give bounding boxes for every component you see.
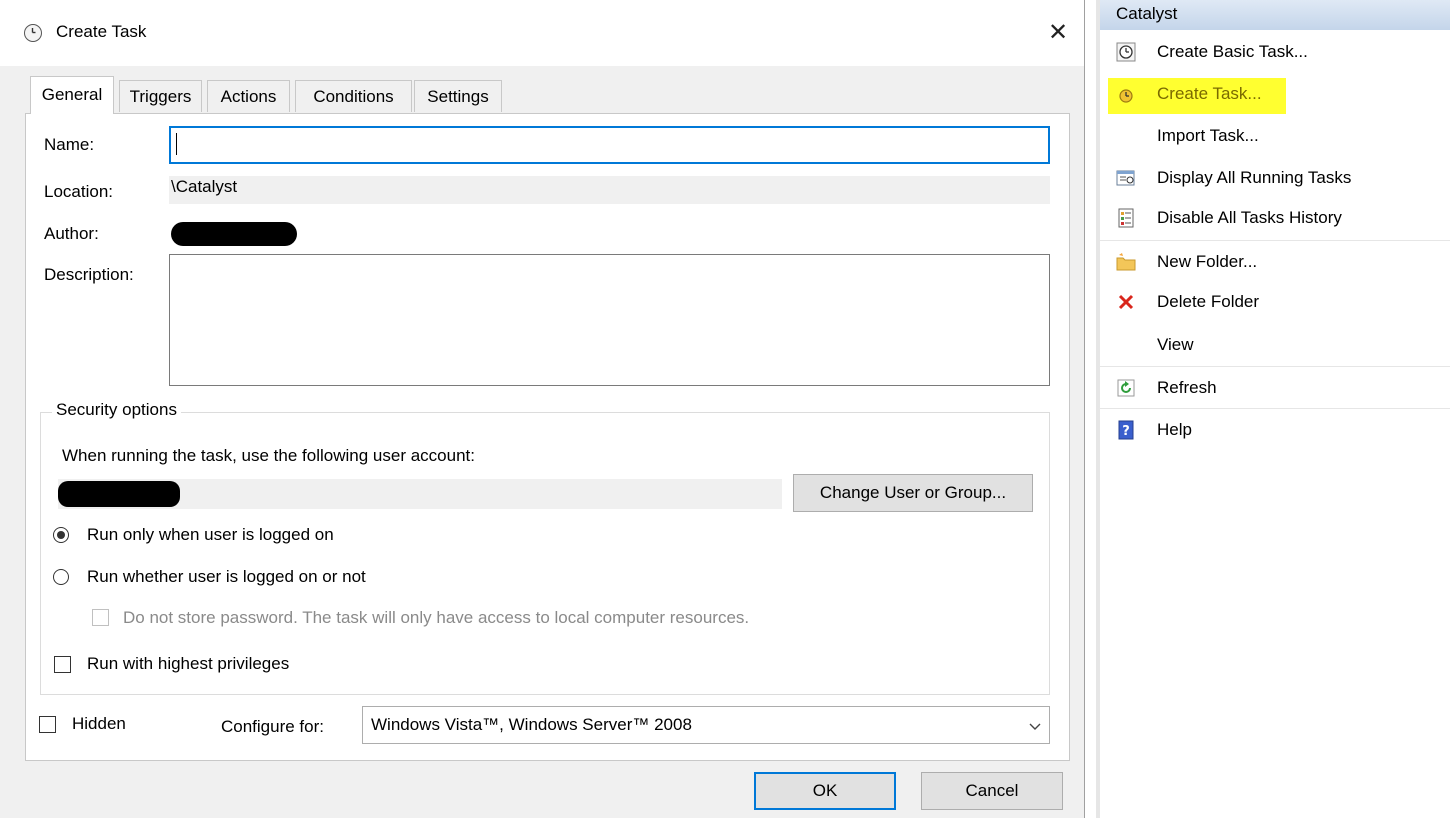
tab-actions[interactable]: Actions (207, 80, 290, 112)
ok-button[interactable]: OK (754, 772, 896, 810)
location-value: \Catalyst (171, 177, 238, 196)
help-icon: ? (1116, 420, 1136, 440)
running-tasks-icon (1116, 168, 1136, 188)
action-display-running-tasks[interactable]: Display All Running Tasks (1100, 158, 1450, 200)
cancel-button[interactable]: Cancel (921, 772, 1063, 810)
action-label: New Folder... (1157, 252, 1258, 271)
radio-whether-logged-on[interactable] (53, 569, 69, 585)
delete-icon (1116, 292, 1136, 312)
radio-logged-on[interactable] (53, 527, 69, 543)
configure-for-value: Windows Vista™, Windows Server™ 2008 (371, 715, 692, 734)
action-label: Refresh (1157, 378, 1217, 397)
dialog-border (1084, 0, 1085, 818)
action-create-basic-task[interactable]: Create Basic Task... (1100, 32, 1450, 74)
radio-whether-label: Run whether user is logged on or not (87, 567, 366, 586)
no-store-password-label: Do not store password. The task will onl… (123, 608, 750, 627)
author-redacted (171, 222, 297, 246)
highest-privileges-label: Run with highest privileges (87, 654, 290, 673)
clock-icon (1116, 42, 1136, 62)
radio-logged-on-label: Run only when user is logged on (87, 525, 334, 544)
close-button[interactable]: ✕ (1038, 14, 1078, 52)
description-label: Description: (44, 265, 134, 284)
change-user-button[interactable]: Change User or Group... (793, 474, 1033, 512)
refresh-icon (1116, 378, 1136, 398)
hidden-checkbox[interactable] (39, 716, 56, 733)
action-delete-folder[interactable]: Delete Folder (1100, 282, 1450, 324)
user-account-redacted (58, 481, 180, 507)
action-label: Disable All Tasks History (1157, 208, 1342, 227)
location-label: Location: (44, 182, 113, 201)
action-help[interactable]: ? Help (1100, 410, 1450, 452)
action-label: Help (1157, 420, 1192, 439)
author-label: Author: (44, 224, 99, 243)
description-textarea[interactable] (169, 254, 1050, 386)
action-disable-tasks-history[interactable]: Disable All Tasks History (1100, 198, 1450, 240)
location-field (169, 176, 1050, 204)
separator (1100, 366, 1450, 367)
action-new-folder[interactable]: New Folder... (1100, 242, 1450, 284)
tab-conditions[interactable]: Conditions (295, 80, 412, 112)
name-label: Name: (44, 135, 95, 154)
folder-icon (1116, 252, 1136, 272)
action-refresh[interactable]: Refresh (1100, 368, 1450, 410)
security-options-legend: Security options (52, 400, 181, 420)
action-create-task[interactable]: Create Task... (1100, 74, 1450, 116)
task-clock-icon (24, 24, 42, 42)
action-label: Display All Running Tasks (1157, 168, 1352, 187)
tab-triggers[interactable]: Triggers (119, 80, 202, 112)
account-prompt: When running the task, use the following… (62, 446, 475, 465)
name-input[interactable] (169, 126, 1050, 164)
action-label: Create Task... (1157, 84, 1262, 103)
title-bar[interactable] (0, 0, 1084, 66)
svg-text:?: ? (1122, 424, 1130, 439)
tab-settings[interactable]: Settings (414, 80, 502, 112)
action-label: View (1157, 335, 1194, 354)
highest-privileges-checkbox[interactable] (54, 656, 71, 673)
task-clock-icon (1116, 84, 1136, 104)
separator (1100, 408, 1450, 409)
chevron-down-icon (1028, 718, 1042, 732)
dialog-title: Create Task (56, 22, 147, 41)
no-store-password-checkbox[interactable] (92, 609, 109, 626)
configure-for-label: Configure for: (221, 717, 324, 736)
actions-pane-title: Catalyst (1116, 4, 1178, 23)
action-view[interactable]: View (1100, 325, 1450, 367)
tab-general[interactable]: General (30, 76, 114, 114)
action-label: Import Task... (1157, 126, 1259, 145)
separator (1100, 240, 1450, 241)
action-label: Delete Folder (1157, 292, 1260, 311)
text-caret (176, 133, 177, 155)
action-label: Create Basic Task... (1157, 42, 1308, 61)
hidden-label: Hidden (72, 714, 126, 733)
history-icon (1116, 208, 1136, 228)
action-import-task[interactable]: Import Task... (1100, 116, 1450, 158)
